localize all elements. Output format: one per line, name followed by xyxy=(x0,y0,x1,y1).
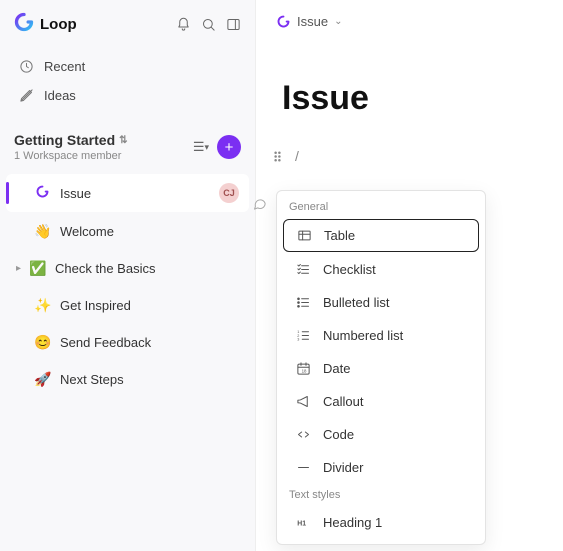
page-label: Next Steps xyxy=(60,372,239,387)
sidebar-page-next-steps[interactable]: 🚀 Next Steps xyxy=(6,362,249,397)
sidebar: Loop Recent Ideas Getting Started xyxy=(0,0,256,551)
notifications-icon[interactable] xyxy=(176,17,191,32)
svg-text:18: 18 xyxy=(301,368,306,373)
nav-recent-label: Recent xyxy=(44,59,85,74)
sidebar-page-check-the-basics[interactable]: ▸ ✅ Check the Basics xyxy=(6,251,249,286)
menu-item-label: Divider xyxy=(323,460,363,475)
page-emoji-icon: 😊 xyxy=(34,334,50,351)
numbered-icon: 123 xyxy=(295,328,311,343)
table-icon xyxy=(296,228,312,243)
page-emoji-icon: ✨ xyxy=(34,297,50,314)
drag-handle-icon[interactable] xyxy=(270,149,285,164)
menu-item-label: Code xyxy=(323,427,354,442)
loop-icon xyxy=(14,12,34,36)
sidebar-page-welcome[interactable]: 👋 Welcome xyxy=(6,214,249,249)
menu-item-label: Callout xyxy=(323,394,363,409)
divider-icon xyxy=(295,460,311,475)
menu-section-text-styles: Text styles xyxy=(277,485,485,505)
checklist-icon xyxy=(295,262,311,277)
menu-item-date[interactable]: 18 Date xyxy=(283,353,479,384)
panel-toggle-icon[interactable] xyxy=(226,17,241,32)
menu-item-label: Date xyxy=(323,361,350,376)
h1-icon: H1 xyxy=(295,515,311,530)
menu-item-table[interactable]: Table xyxy=(283,219,479,252)
loop-page-icon xyxy=(276,14,291,29)
menu-item-label: Numbered list xyxy=(323,328,403,343)
main-content: Issue ⌄ Issue / General Table Checklist … xyxy=(256,0,563,551)
chevron-down-icon: ⌄ xyxy=(334,16,342,27)
page-label: Check the Basics xyxy=(55,261,239,276)
page-label: Welcome xyxy=(60,224,239,239)
list-options-button[interactable]: ☰▾ xyxy=(193,139,209,155)
svg-text:3: 3 xyxy=(297,338,299,342)
comment-icon[interactable] xyxy=(252,196,267,214)
page-label: Send Feedback xyxy=(60,335,239,350)
page-label: Issue xyxy=(60,186,209,201)
page-emoji-icon: 🚀 xyxy=(34,371,50,388)
menu-item-divider[interactable]: Divider xyxy=(283,452,479,483)
breadcrumb-label: Issue xyxy=(297,14,328,29)
bullets-icon xyxy=(295,295,311,310)
menu-item-bulleted-list[interactable]: Bulleted list xyxy=(283,287,479,318)
page-title[interactable]: Issue xyxy=(282,79,543,118)
breadcrumb[interactable]: Issue ⌄ xyxy=(276,14,543,29)
page-emoji-icon: 👋 xyxy=(34,223,50,240)
sidebar-page-send-feedback[interactable]: 😊 Send Feedback xyxy=(6,325,249,360)
menu-item-numbered-list[interactable]: 123 Numbered list xyxy=(283,320,479,351)
menu-item-callout[interactable]: Callout xyxy=(283,386,479,417)
page-emoji-icon: ✅ xyxy=(29,260,45,277)
sidebar-page-get-inspired[interactable]: ✨ Get Inspired xyxy=(6,288,249,323)
app-name: Loop xyxy=(40,16,77,33)
add-page-button[interactable]: + xyxy=(217,135,241,159)
svg-text:H1: H1 xyxy=(297,521,306,528)
slash-trigger[interactable]: / xyxy=(295,148,299,164)
callout-icon xyxy=(295,394,311,409)
loop-page-icon xyxy=(34,184,50,202)
insert-menu: General Table Checklist Bulleted list 123… xyxy=(276,190,486,545)
chevron-right-icon[interactable]: ▸ xyxy=(16,263,21,274)
page-list: Issue CJ 👋 Welcome ▸ ✅ Check the Basics ✨ Get In… xyxy=(0,168,255,405)
search-icon[interactable] xyxy=(201,17,216,32)
menu-item-label: Checklist xyxy=(323,262,376,277)
menu-section-general: General xyxy=(277,197,485,217)
menu-item-label: Bulleted list xyxy=(323,295,389,310)
page-label: Get Inspired xyxy=(60,298,239,313)
pen-icon xyxy=(18,88,34,103)
avatar: CJ xyxy=(219,183,239,203)
date-icon: 18 xyxy=(295,361,311,376)
menu-item-code[interactable]: Code xyxy=(283,419,479,450)
nav-recent[interactable]: Recent xyxy=(8,52,247,81)
nav-ideas[interactable]: Ideas xyxy=(8,81,247,110)
app-logo[interactable]: Loop xyxy=(14,12,77,36)
clock-icon xyxy=(18,59,34,74)
code-icon xyxy=(295,427,311,442)
workspace-title[interactable]: Getting Started ⇅ xyxy=(14,132,128,148)
workspace-subtitle: 1 Workspace member xyxy=(14,150,128,162)
menu-item-heading-1[interactable]: H1 Heading 1 xyxy=(283,507,479,538)
sort-chevrons-icon: ⇅ xyxy=(119,135,127,146)
menu-item-label: Table xyxy=(324,228,355,243)
sidebar-page-issue[interactable]: Issue CJ xyxy=(6,174,249,212)
menu-item-checklist[interactable]: Checklist xyxy=(283,254,479,285)
menu-item-label: Heading 1 xyxy=(323,515,382,530)
nav-ideas-label: Ideas xyxy=(44,88,76,103)
